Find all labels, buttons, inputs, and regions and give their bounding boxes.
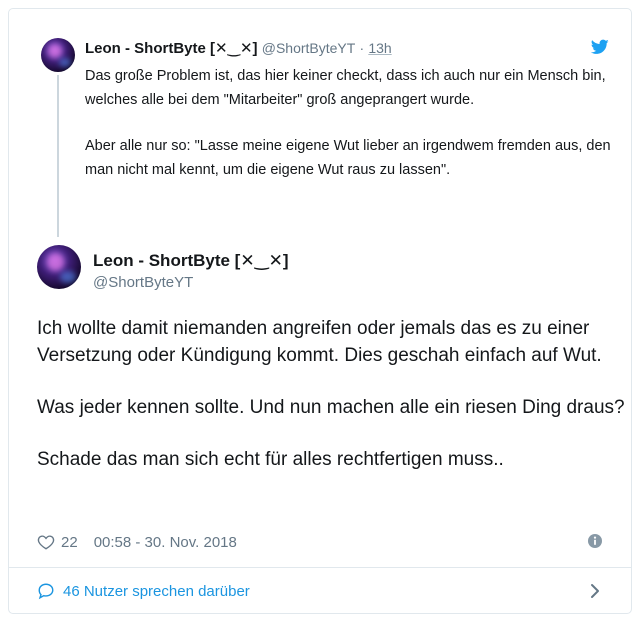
parent-timestamp-link[interactable]: 13h: [368, 40, 391, 56]
conversation-link[interactable]: 46 Nutzer sprechen darüber: [9, 568, 631, 614]
main-avatar[interactable]: [37, 245, 81, 289]
twitter-bird-icon[interactable]: [591, 39, 609, 55]
separator-dot: ·: [359, 40, 365, 56]
main-paragraph: Ich wollte damit niemanden angreifen ode…: [37, 318, 602, 366]
main-paragraph: Was jeder kennen sollte. Und nun machen …: [37, 397, 625, 418]
info-icon[interactable]: [587, 533, 603, 549]
tweet-timestamp[interactable]: 00:58 - 30. Nov. 2018: [94, 534, 237, 551]
chevron-right-icon[interactable]: [589, 582, 601, 600]
heart-icon[interactable]: [37, 533, 55, 551]
parent-handle[interactable]: @ShortByteYT: [262, 40, 356, 56]
parent-avatar[interactable]: [41, 38, 75, 72]
like-count[interactable]: 22: [61, 534, 78, 551]
main-handle[interactable]: @ShortByteYT: [93, 274, 193, 291]
main-display-name[interactable]: Leon - ShortByte [✕‿✕]: [93, 251, 289, 271]
parent-tweet-text: Das große Problem ist, das hier keiner c…: [85, 65, 615, 182]
conversation-label[interactable]: 46 Nutzer sprechen darüber: [63, 583, 250, 600]
main-tweet-text: Ich wollte damit niemanden angreifen ode…: [37, 315, 627, 473]
tweet-meta: 22 00:58 - 30. Nov. 2018: [37, 531, 237, 553]
parent-tweet-header: Leon - ShortByte [✕‿✕] @ShortByteYT · 13…: [85, 39, 392, 57]
parent-paragraph: Aber alle nur so: "Lasse meine eigene Wu…: [85, 138, 611, 178]
thread-line: [57, 75, 59, 237]
parent-display-name[interactable]: Leon - ShortByte [✕‿✕]: [85, 40, 258, 57]
main-paragraph: Schade das man sich echt für alles recht…: [37, 449, 504, 470]
parent-tweet[interactable]: Leon - ShortByte [✕‿✕] @ShortByteYT · 13…: [9, 9, 631, 237]
speech-bubble-icon: [38, 583, 54, 600]
parent-paragraph: Das große Problem ist, das hier keiner c…: [85, 68, 606, 108]
embedded-tweet-card: Leon - ShortByte [✕‿✕] @ShortByteYT · 13…: [8, 8, 632, 614]
